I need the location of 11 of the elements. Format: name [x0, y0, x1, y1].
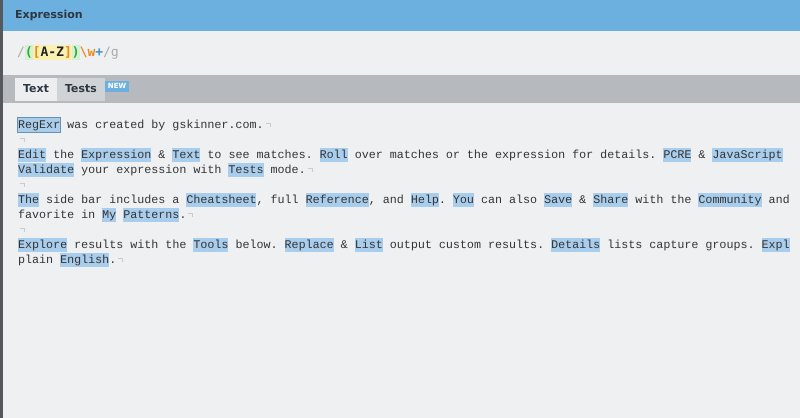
- text-line: Validate your expression with Tests mode.: [18, 163, 313, 178]
- tab[interactable]: Tests: [56, 78, 105, 101]
- text-line: favorite in My Patterns.: [18, 208, 194, 223]
- text-line: plain English.: [18, 253, 124, 268]
- text-line: RegExr was created by gskinner.com.: [18, 118, 270, 133]
- regex-expression[interactable]: /([A-Z])\w+/g: [17, 43, 119, 63]
- panel-title: Expression: [15, 7, 83, 24]
- text-line: Edit the Expression & Text to see matches. Roll over matches or the expression for details. PCRE & JavaScript: [18, 148, 783, 163]
- tab[interactable]: Text: [15, 78, 57, 101]
- text-line: The side bar includes a Cheatsheet, full Reference, and Help. You can also Save & Share with the Community and: [18, 193, 790, 208]
- text-line: Explore results with the Tools below. Replace & List output custom results. Details lists capture groups. Expl: [18, 238, 790, 253]
